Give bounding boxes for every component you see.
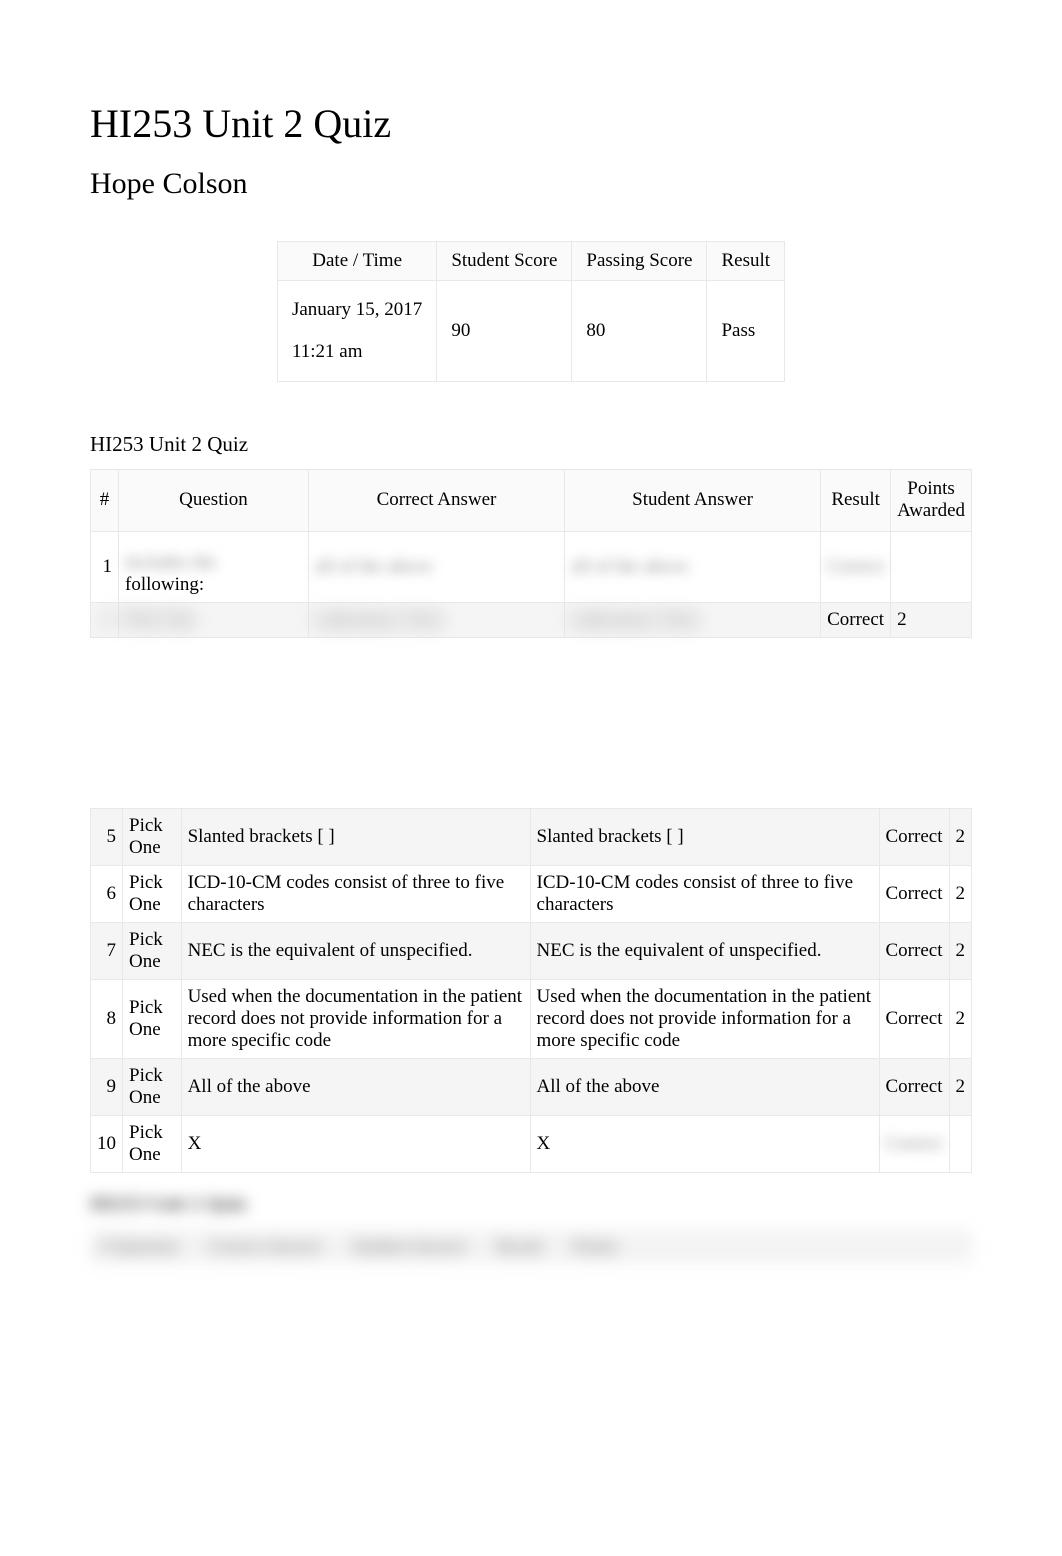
row-points: 2	[949, 923, 972, 980]
blurred-cell: # Question	[100, 1236, 179, 1257]
row-result: Correct	[879, 1116, 949, 1173]
row-student: All of the above	[530, 1059, 879, 1116]
row-result: Correct	[879, 923, 949, 980]
qheader-result: Result	[821, 469, 891, 532]
row-num: 1	[91, 532, 119, 603]
row-correct: NEC is the equivalent of unspecified.	[181, 923, 530, 980]
blurred-cell: Correct Answer	[209, 1236, 322, 1257]
summary-header-result: Result	[707, 242, 785, 281]
blurred-cell: Points	[572, 1236, 617, 1257]
section-title: HI253 Unit 2 Quiz	[90, 432, 972, 457]
row-num: 2	[91, 603, 119, 638]
blurred-cell: Student Answer	[352, 1236, 467, 1257]
row-correct: ICD-10-CM codes consist of three to five…	[181, 866, 530, 923]
table-row: 9Pick OneAll of the aboveAll of the abov…	[91, 1059, 972, 1116]
row-points: 2	[949, 866, 972, 923]
table-row: 5Pick OneSlanted brackets [ ]Slanted bra…	[91, 809, 972, 866]
row-student: Slanted brackets [ ]	[530, 809, 879, 866]
qheader-student: Student Answer	[565, 469, 821, 532]
page-title: HI253 Unit 2 Quiz	[90, 100, 972, 147]
row-student: ICD-10-CM codes consist of three to five…	[530, 866, 879, 923]
row-num: 9	[91, 1059, 123, 1116]
row-result: Correct	[879, 809, 949, 866]
summary-date-line1: January 15, 2017	[292, 289, 422, 331]
summary-table: Date / Time Student Score Passing Score …	[277, 241, 785, 382]
row-student: X	[530, 1116, 879, 1173]
blurred-cell: Result	[496, 1236, 542, 1257]
row-points: 2	[891, 603, 972, 638]
row-question: Pick One	[119, 603, 309, 638]
summary-header-passing-score: Passing Score	[572, 242, 707, 281]
qheader-question: Question	[119, 469, 309, 532]
row-student: Used when the documentation in the patie…	[530, 980, 879, 1059]
table-row: 7Pick OneNEC is the equivalent of unspec…	[91, 923, 972, 980]
row-points: 2	[949, 809, 972, 866]
row-question: Pick One	[123, 1116, 182, 1173]
row-result: Correct	[821, 532, 891, 603]
table-row: 8Pick OneUsed when the documentation in …	[91, 980, 972, 1059]
row-correct: Used when the documentation in the patie…	[181, 980, 530, 1059]
content-gap	[90, 638, 972, 808]
row-question: Pick One	[123, 923, 182, 980]
row-num: 6	[91, 866, 123, 923]
row-correct: Laboratory Tests	[308, 603, 564, 638]
row-question: Pick One	[123, 866, 182, 923]
blurred-section: HI253 Unit 2 Quiz # Question Correct Answ…	[90, 1193, 972, 1263]
qheader-num: #	[91, 469, 119, 532]
row-student: all of the above	[565, 532, 821, 603]
row-correct: all of the above	[308, 532, 564, 603]
questions-table-continued: 5Pick OneSlanted brackets [ ]Slanted bra…	[90, 808, 972, 1173]
table-row: 2Pick OneLaboratory TestsLaboratory Test…	[91, 603, 972, 638]
row-correct: All of the above	[181, 1059, 530, 1116]
blurred-title: HI253 Unit 2 Quiz	[90, 1193, 972, 1216]
row-student: NEC is the equivalent of unspecified.	[530, 923, 879, 980]
qheader-points: Points Awarded	[891, 469, 972, 532]
row-num: 7	[91, 923, 123, 980]
blurred-header-row: # Question Correct Answer Student Answer Re…	[90, 1230, 972, 1263]
row-correct: Slanted brackets [ ]	[181, 809, 530, 866]
row-student: Laboratory Tests	[565, 603, 821, 638]
row-result: Correct	[821, 603, 891, 638]
row-points	[949, 1116, 972, 1173]
table-row: 6Pick OneICD-10-CM codes consist of thre…	[91, 866, 972, 923]
summary-date: January 15, 2017 11:21 am	[277, 281, 436, 382]
row-correct: X	[181, 1116, 530, 1173]
row-points: 2	[949, 980, 972, 1059]
summary-passing-score: 80	[572, 281, 707, 382]
summary-student-score: 90	[437, 281, 572, 382]
row-question: Pick One	[123, 980, 182, 1059]
table-row: 1includes thefollowing:all of the abovea…	[91, 532, 972, 603]
summary-date-line2: 11:21 am	[292, 331, 422, 373]
row-points: 2	[949, 1059, 972, 1116]
row-num: 5	[91, 809, 123, 866]
student-name: Hope Colson	[90, 167, 972, 201]
row-question: Pick One	[123, 809, 182, 866]
table-row: 10Pick OneXXCorrect	[91, 1116, 972, 1173]
row-num: 8	[91, 980, 123, 1059]
qheader-correct: Correct Answer	[308, 469, 564, 532]
row-result: Correct	[879, 1059, 949, 1116]
summary-header-student-score: Student Score	[437, 242, 572, 281]
row-points	[891, 532, 972, 603]
questions-table: # Question Correct Answer Student Answer…	[90, 469, 972, 639]
row-num: 10	[91, 1116, 123, 1173]
row-result: Correct	[879, 866, 949, 923]
summary-header-date: Date / Time	[277, 242, 436, 281]
row-question: includes thefollowing:	[119, 532, 309, 603]
row-result: Correct	[879, 980, 949, 1059]
summary-result: Pass	[707, 281, 785, 382]
row-question: Pick One	[123, 1059, 182, 1116]
